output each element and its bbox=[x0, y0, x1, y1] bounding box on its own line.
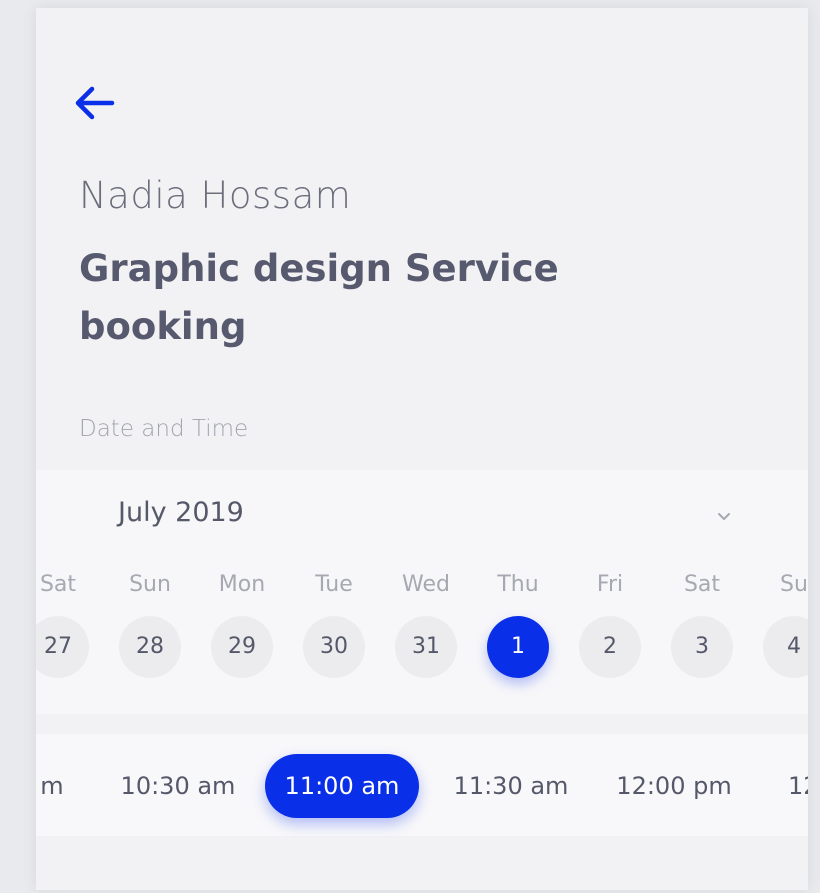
date-time-label: Date and Time bbox=[79, 416, 249, 442]
time-slot[interactable]: 12:00 pm bbox=[612, 754, 736, 818]
arrow-left-icon[interactable] bbox=[72, 80, 118, 126]
day-item[interactable]: Su 4 bbox=[763, 570, 808, 678]
day-item[interactable]: Wed 31 bbox=[395, 570, 457, 678]
day-name: Sun bbox=[129, 572, 171, 597]
day-name: Su bbox=[780, 572, 808, 597]
time-slot[interactable]: 10:30 am bbox=[116, 754, 240, 818]
time-slot[interactable]: 12 bbox=[788, 754, 808, 818]
day-name: Thu bbox=[497, 572, 539, 597]
page-title: Graphic design Service booking bbox=[79, 247, 559, 348]
date-picker: July 2019 Sat 27 Sun 28 Mon 29 Tue 30 We… bbox=[36, 470, 808, 714]
time-slot-list: m 10:30 am 11:00 am 11:30 am 12:00 pm 12 bbox=[36, 734, 808, 836]
day-item[interactable]: Tue 30 bbox=[303, 570, 365, 678]
day-number[interactable]: 29 bbox=[211, 616, 273, 678]
time-slot-selected[interactable]: 11:00 am bbox=[265, 754, 419, 818]
page: Nadia Hossam Graphic design Service book… bbox=[0, 0, 820, 893]
day-item[interactable]: Sun 28 bbox=[119, 570, 181, 678]
month-selector[interactable]: July 2019 bbox=[118, 497, 244, 528]
day-number[interactable]: 31 bbox=[395, 616, 457, 678]
day-number[interactable]: 3 bbox=[671, 616, 733, 678]
day-item[interactable]: Sat 27 bbox=[36, 570, 89, 678]
day-item-selected[interactable]: Thu 1 bbox=[487, 570, 549, 678]
day-name: Wed bbox=[402, 572, 450, 597]
day-number[interactable]: 4 bbox=[763, 616, 808, 678]
provider-name: Nadia Hossam bbox=[79, 174, 352, 217]
day-number[interactable]: 30 bbox=[303, 616, 365, 678]
day-name: Sat bbox=[39, 572, 77, 597]
day-name: Tue bbox=[315, 572, 353, 597]
day-name: Sat bbox=[683, 572, 721, 597]
day-number[interactable]: 27 bbox=[36, 616, 89, 678]
day-name: Mon bbox=[218, 572, 266, 597]
booking-screen: Nadia Hossam Graphic design Service book… bbox=[36, 8, 808, 890]
time-slot[interactable]: m bbox=[36, 754, 72, 818]
day-number[interactable]: 28 bbox=[119, 616, 181, 678]
chevron-down-icon[interactable] bbox=[712, 504, 736, 528]
day-item[interactable]: Fri 2 bbox=[579, 570, 641, 678]
day-name: Fri bbox=[596, 572, 624, 597]
day-number-selected[interactable]: 1 bbox=[487, 616, 549, 678]
day-item[interactable]: Mon 29 bbox=[211, 570, 273, 678]
day-item[interactable]: Sat 3 bbox=[671, 570, 733, 678]
day-number[interactable]: 2 bbox=[579, 616, 641, 678]
time-slot[interactable]: 11:30 am bbox=[449, 754, 573, 818]
